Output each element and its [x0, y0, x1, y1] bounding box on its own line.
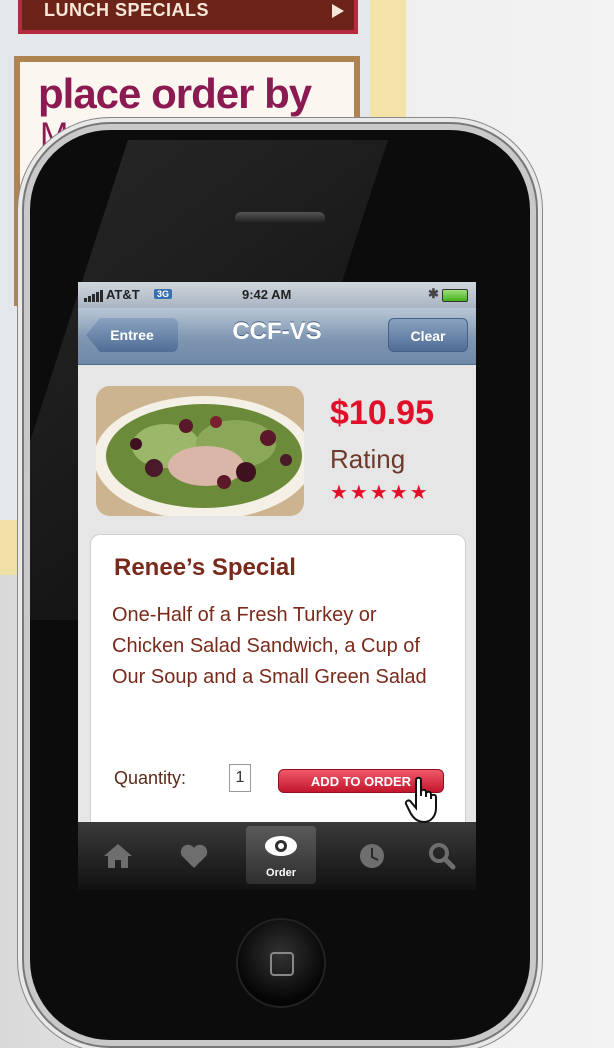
- earpiece-speaker: [235, 212, 325, 224]
- lunch-specials-label: LUNCH SPECIALS: [44, 0, 210, 20]
- clock-icon: [360, 844, 384, 868]
- place-order-title: place order by: [38, 70, 312, 117]
- navigation-bar: Entree CCF-VS Clear: [78, 308, 476, 365]
- home-button[interactable]: [238, 920, 324, 1006]
- quantity-input[interactable]: 1: [229, 764, 251, 792]
- battery-icon: [442, 289, 468, 302]
- clear-button[interactable]: Clear: [388, 318, 468, 352]
- arrow-right-icon: [332, 4, 344, 18]
- home-icon: [104, 844, 132, 868]
- bluetooth-icon: ✱: [428, 286, 439, 301]
- carrier-label: AT&T: [106, 287, 140, 302]
- status-bar: AT&T 3G 9:42 AM ✱: [78, 282, 476, 308]
- phone-screen: AT&T 3G 9:42 AM ✱ Entree CCF-VS Clear $1…: [78, 282, 476, 890]
- tab-search[interactable]: [418, 832, 466, 880]
- iphone-device: AT&T 3G 9:42 AM ✱ Entree CCF-VS Clear $1…: [30, 130, 530, 1040]
- item-description: One-Half of a Fresh Turkey or Chicken Sa…: [112, 604, 427, 688]
- rating-label: Rating: [330, 444, 406, 474]
- lunch-specials-banner: LUNCH SPECIALS: [18, 0, 358, 34]
- heart-icon: [180, 844, 208, 868]
- tab-history[interactable]: [348, 832, 396, 880]
- price-label: $10.95: [330, 394, 434, 432]
- network-badge: 3G: [154, 289, 173, 299]
- tab-home[interactable]: [94, 832, 142, 880]
- tab-order-label: Order: [266, 867, 296, 879]
- hand-cursor-icon: [404, 776, 437, 824]
- tab-favorites[interactable]: [170, 832, 218, 880]
- quantity-label: Quantity:: [114, 768, 187, 788]
- tab-bar: Order: [78, 822, 476, 890]
- item-name: Renee’s Special: [114, 554, 296, 581]
- eye-icon: [265, 836, 297, 856]
- status-time: 9:42 AM: [242, 287, 292, 302]
- food-photo: [96, 386, 304, 516]
- search-icon: [429, 843, 456, 870]
- rating-stars: ★★★★★: [330, 482, 430, 504]
- signal-icon: [84, 290, 103, 302]
